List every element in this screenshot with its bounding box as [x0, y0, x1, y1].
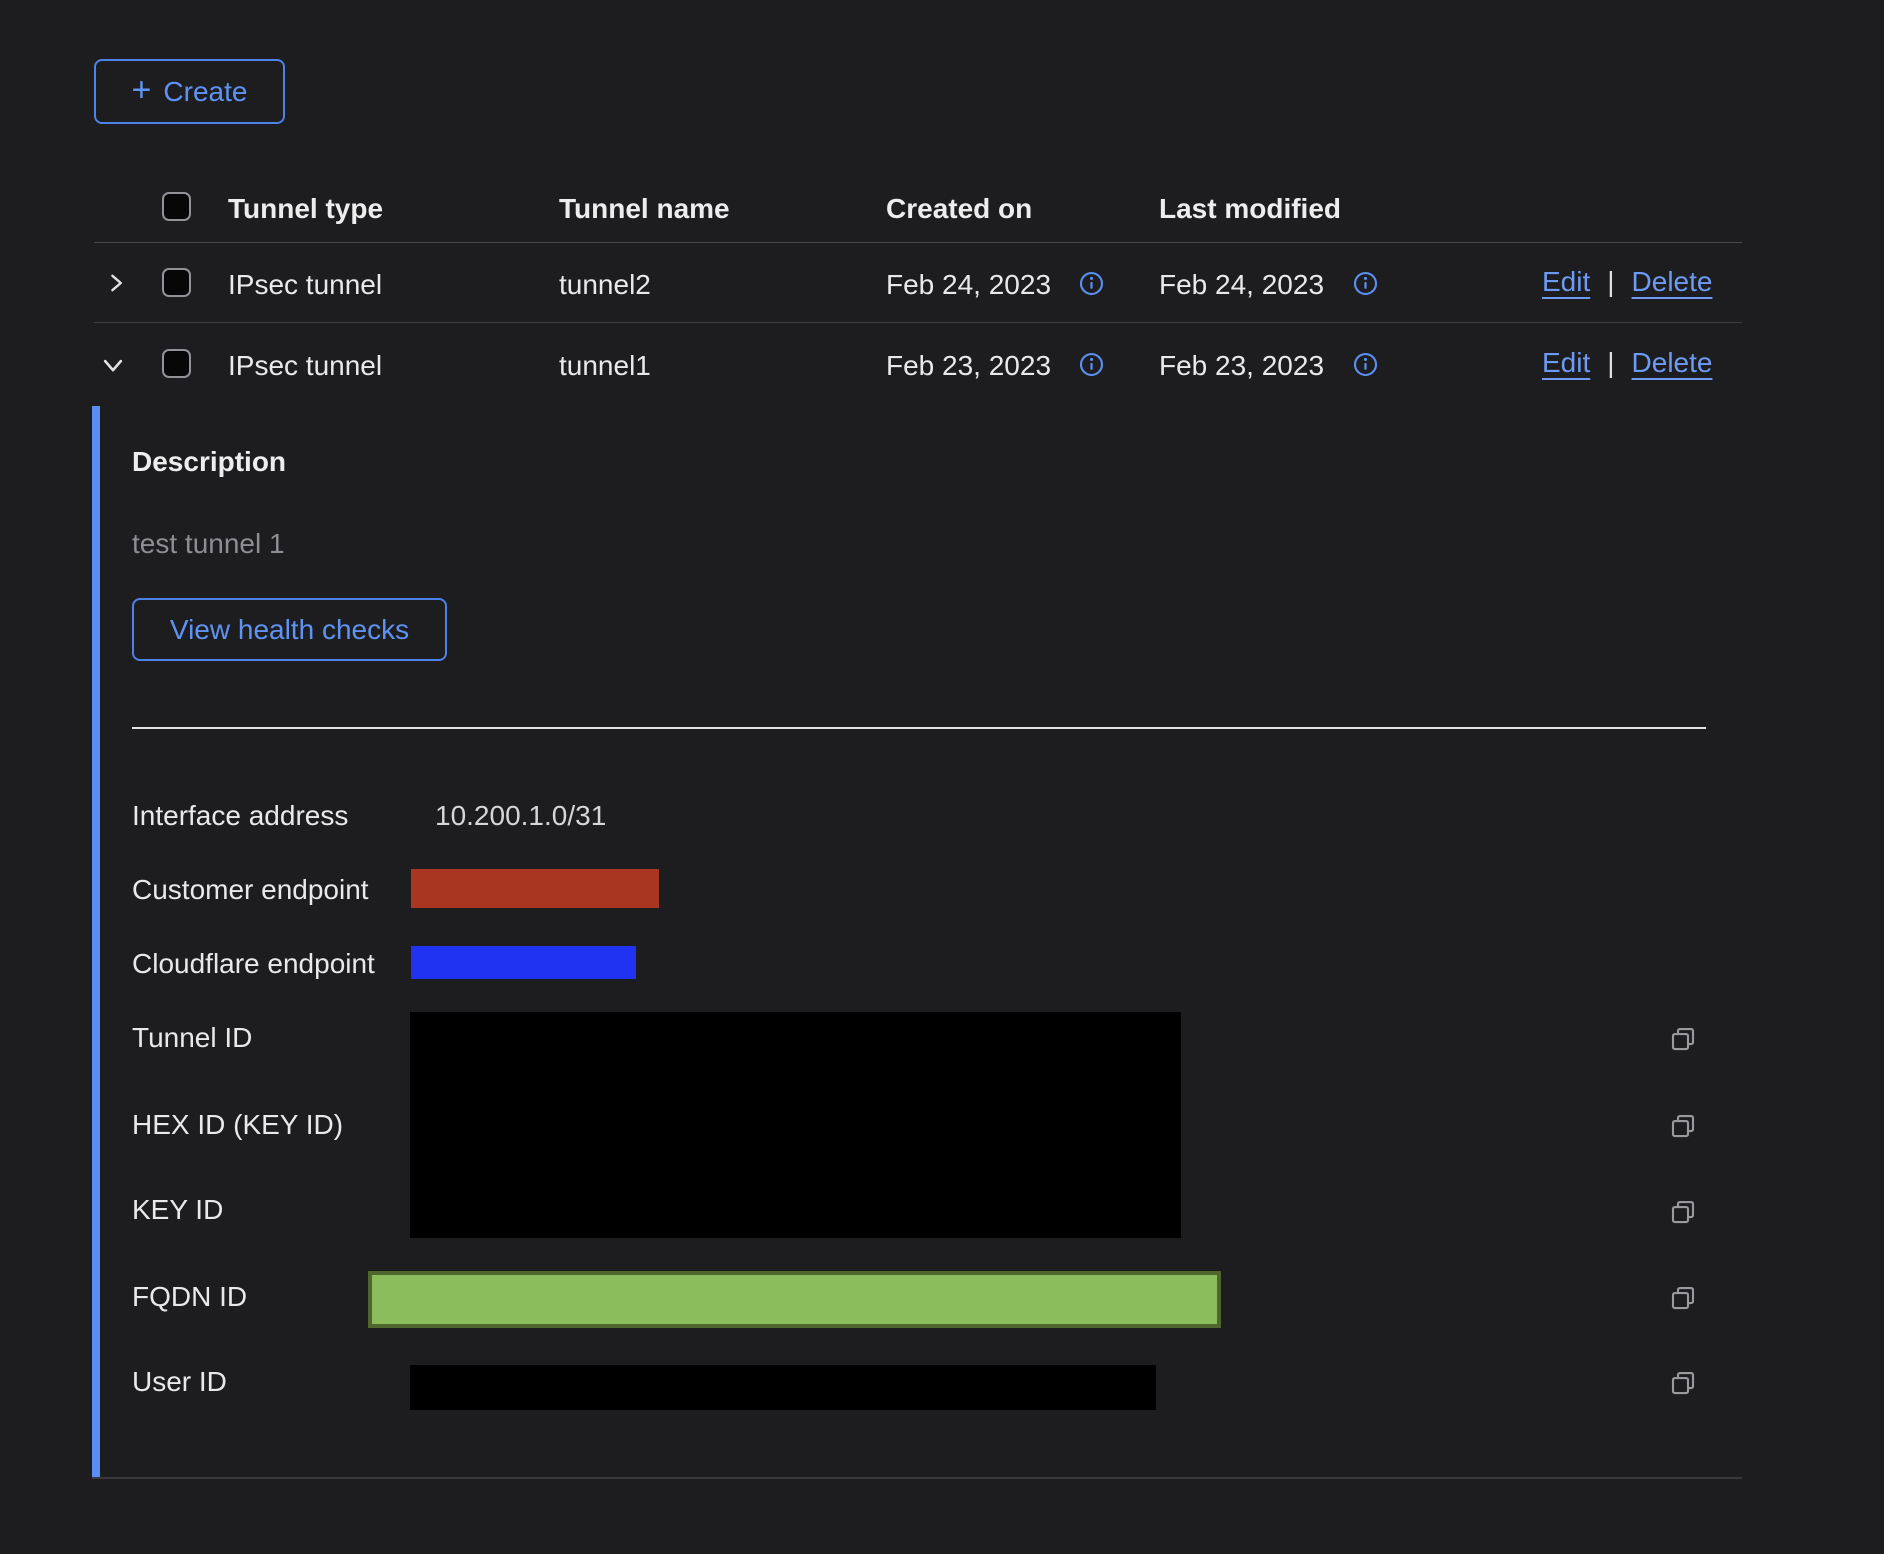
copy-icon[interactable] — [1668, 1024, 1698, 1054]
customer-endpoint-redaction — [411, 869, 659, 908]
user-id-redaction — [410, 1365, 1156, 1410]
tunnel-id-label: Tunnel ID — [132, 1022, 252, 1054]
expanded-panel-accent-border — [92, 406, 100, 1477]
last-modified-cell: Feb 24, 2023 — [1159, 269, 1324, 301]
cloudflare-endpoint-label: Cloudflare endpoint — [132, 948, 375, 980]
action-separator: | — [1607, 266, 1614, 298]
action-separator: | — [1607, 347, 1614, 379]
interface-address-label: Interface address — [132, 800, 348, 832]
ipsec-tunnels-page: + Create Tunnel type Tunnel name Created… — [0, 0, 1884, 1554]
column-header-last-modified: Last modified — [1159, 193, 1341, 225]
info-icon[interactable] — [1079, 271, 1104, 296]
created-on-cell: Feb 23, 2023 — [886, 350, 1051, 382]
info-icon[interactable] — [1353, 352, 1378, 377]
chevron-right-icon[interactable] — [104, 271, 128, 295]
created-on-cell: Feb 24, 2023 — [886, 269, 1051, 301]
delete-link[interactable]: Delete — [1632, 266, 1713, 298]
ids-redaction-block — [410, 1012, 1181, 1238]
create-button-label: Create — [163, 76, 247, 108]
tunnel-name-cell: tunnel1 — [559, 350, 651, 382]
section-divider — [132, 727, 1706, 729]
customer-endpoint-label: Customer endpoint — [132, 874, 369, 906]
delete-link[interactable]: Delete — [1632, 347, 1713, 379]
info-icon[interactable] — [1079, 352, 1104, 377]
fqdn-id-redaction — [368, 1271, 1221, 1328]
tunnel-type-cell: IPsec tunnel — [228, 350, 382, 382]
row-divider — [94, 322, 1742, 323]
edit-link[interactable]: Edit — [1542, 266, 1590, 298]
edit-link[interactable]: Edit — [1542, 347, 1590, 379]
hex-id-label: HEX ID (KEY ID) — [132, 1109, 343, 1141]
create-button[interactable]: + Create — [94, 59, 285, 124]
header-divider — [94, 242, 1742, 243]
row-checkbox[interactable] — [162, 349, 191, 378]
row-checkbox[interactable] — [162, 268, 191, 297]
copy-icon[interactable] — [1668, 1197, 1698, 1227]
cloudflare-endpoint-redaction — [411, 946, 636, 979]
info-icon[interactable] — [1353, 271, 1378, 296]
view-health-checks-label: View health checks — [170, 614, 409, 646]
last-modified-cell: Feb 23, 2023 — [1159, 350, 1324, 382]
copy-icon[interactable] — [1668, 1111, 1698, 1141]
key-id-label: KEY ID — [132, 1194, 223, 1226]
column-header-tunnel-name: Tunnel name — [559, 193, 730, 225]
interface-address-value: 10.200.1.0/31 — [435, 800, 606, 832]
tunnel-type-cell: IPsec tunnel — [228, 269, 382, 301]
copy-icon[interactable] — [1668, 1283, 1698, 1313]
tunnel-name-cell: tunnel2 — [559, 269, 651, 301]
user-id-label: User ID — [132, 1366, 227, 1398]
chevron-down-icon[interactable] — [100, 352, 126, 378]
plus-icon: + — [132, 73, 152, 107]
description-value: test tunnel 1 — [132, 528, 285, 560]
column-header-created-on: Created on — [886, 193, 1032, 225]
copy-icon[interactable] — [1668, 1368, 1698, 1398]
fqdn-id-label: FQDN ID — [132, 1281, 247, 1313]
description-label: Description — [132, 446, 286, 478]
select-all-checkbox[interactable] — [162, 192, 191, 221]
view-health-checks-button[interactable]: View health checks — [132, 598, 447, 661]
column-header-tunnel-type: Tunnel type — [228, 193, 383, 225]
table-bottom-divider — [92, 1477, 1742, 1479]
